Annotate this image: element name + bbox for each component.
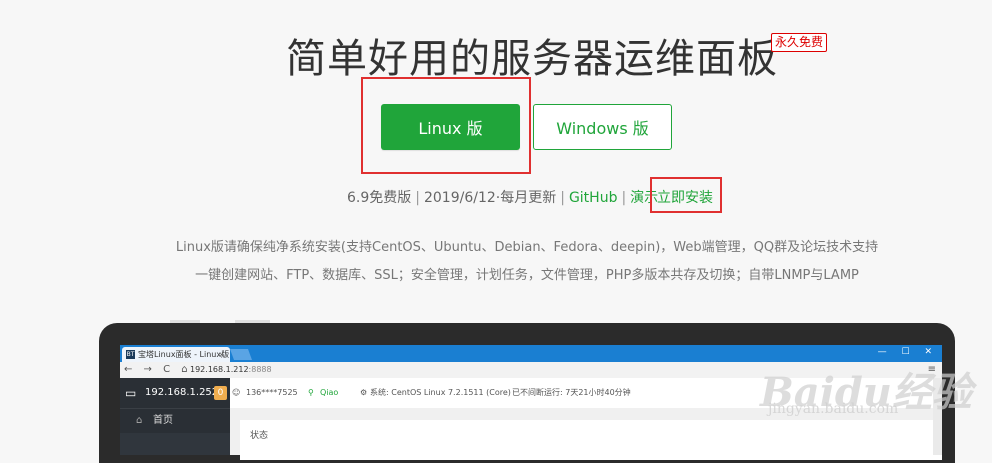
sidebar-item-label: 首页 — [153, 415, 173, 426]
separator: | — [560, 190, 565, 206]
url-text: 192.168.1.212:8888 — [190, 362, 272, 378]
status-label: 状态 — [250, 431, 269, 441]
version-info: 6.9免费版 | 2019/6/12·每月更新 | GitHub | 演示 — [347, 187, 658, 207]
alert-badge: 0 — [214, 386, 227, 400]
description-line-2: 一键创建网站、FTP、数据库、SSL；安全管理，计划任务，文件管理，PHP多版本… — [195, 268, 859, 283]
url-host: 192.168.1.212 — [190, 365, 249, 374]
browser-tab: BT 宝塔Linux面板 - Linux版 × — [122, 347, 230, 362]
close-icon: × — [218, 350, 225, 359]
uptime-info: 已不间断运行: 7天21小时40分钟 — [512, 388, 631, 397]
tab-title: 宝塔Linux面板 - Linux版 — [138, 350, 230, 359]
page-title: 简单好用的服务器运维面板 — [286, 36, 778, 82]
linux-download-button[interactable]: Linux 版 — [381, 104, 520, 150]
window-controls-icon: — ☐ ✕ — [877, 347, 938, 357]
monitor-icon: ▭ — [125, 386, 137, 400]
free-badge: 永久免费 — [771, 33, 828, 52]
sidebar-item — [120, 433, 230, 455]
description-line-1: Linux版请确保纯净系统安装(支持CentOS、Ubuntu、Debian、F… — [175, 240, 879, 255]
sidebar-item-home: ⌂ 首页 — [120, 409, 230, 433]
bt-logo-icon: BT — [126, 350, 135, 359]
user-icon: ☺ — [232, 388, 241, 397]
status-card: 状态 — [240, 420, 942, 460]
new-tab-icon — [229, 349, 253, 360]
windows-download-button[interactable]: Windows 版 — [533, 104, 672, 150]
qq-icon: ⚲ — [308, 388, 314, 397]
user-name: 136****7525 — [246, 388, 298, 397]
watermark-url: jingyan.baidu.com — [768, 401, 899, 417]
separator: | — [621, 190, 627, 206]
nav-arrows-icon: ← → C ⌂ — [124, 364, 192, 375]
gear-icon: ⚙ — [360, 388, 368, 397]
panel-sidebar: ▭ 192.168.1.252 0 ⌂ 首页 — [120, 378, 230, 455]
version-label: 6.9免费版 — [347, 190, 412, 206]
server-row: ▭ 192.168.1.252 0 — [120, 378, 230, 409]
server-ip: 192.168.1.252 — [145, 387, 219, 398]
baidu-watermark: Baidu经验 jingyan.baidu.com — [760, 360, 972, 418]
url-port: :8888 — [248, 365, 272, 374]
system-info: 系统: CentOS Linux 7.2.1511 (Core) — [370, 388, 511, 397]
install-link[interactable]: 立即安装 — [657, 187, 713, 207]
separator: | — [415, 190, 420, 206]
github-link[interactable]: GitHub — [569, 190, 618, 206]
qq-name: Qiao — [320, 388, 339, 397]
update-date: 2019/6/12·每月更新 — [423, 190, 557, 206]
home-icon: ⌂ — [136, 415, 143, 426]
